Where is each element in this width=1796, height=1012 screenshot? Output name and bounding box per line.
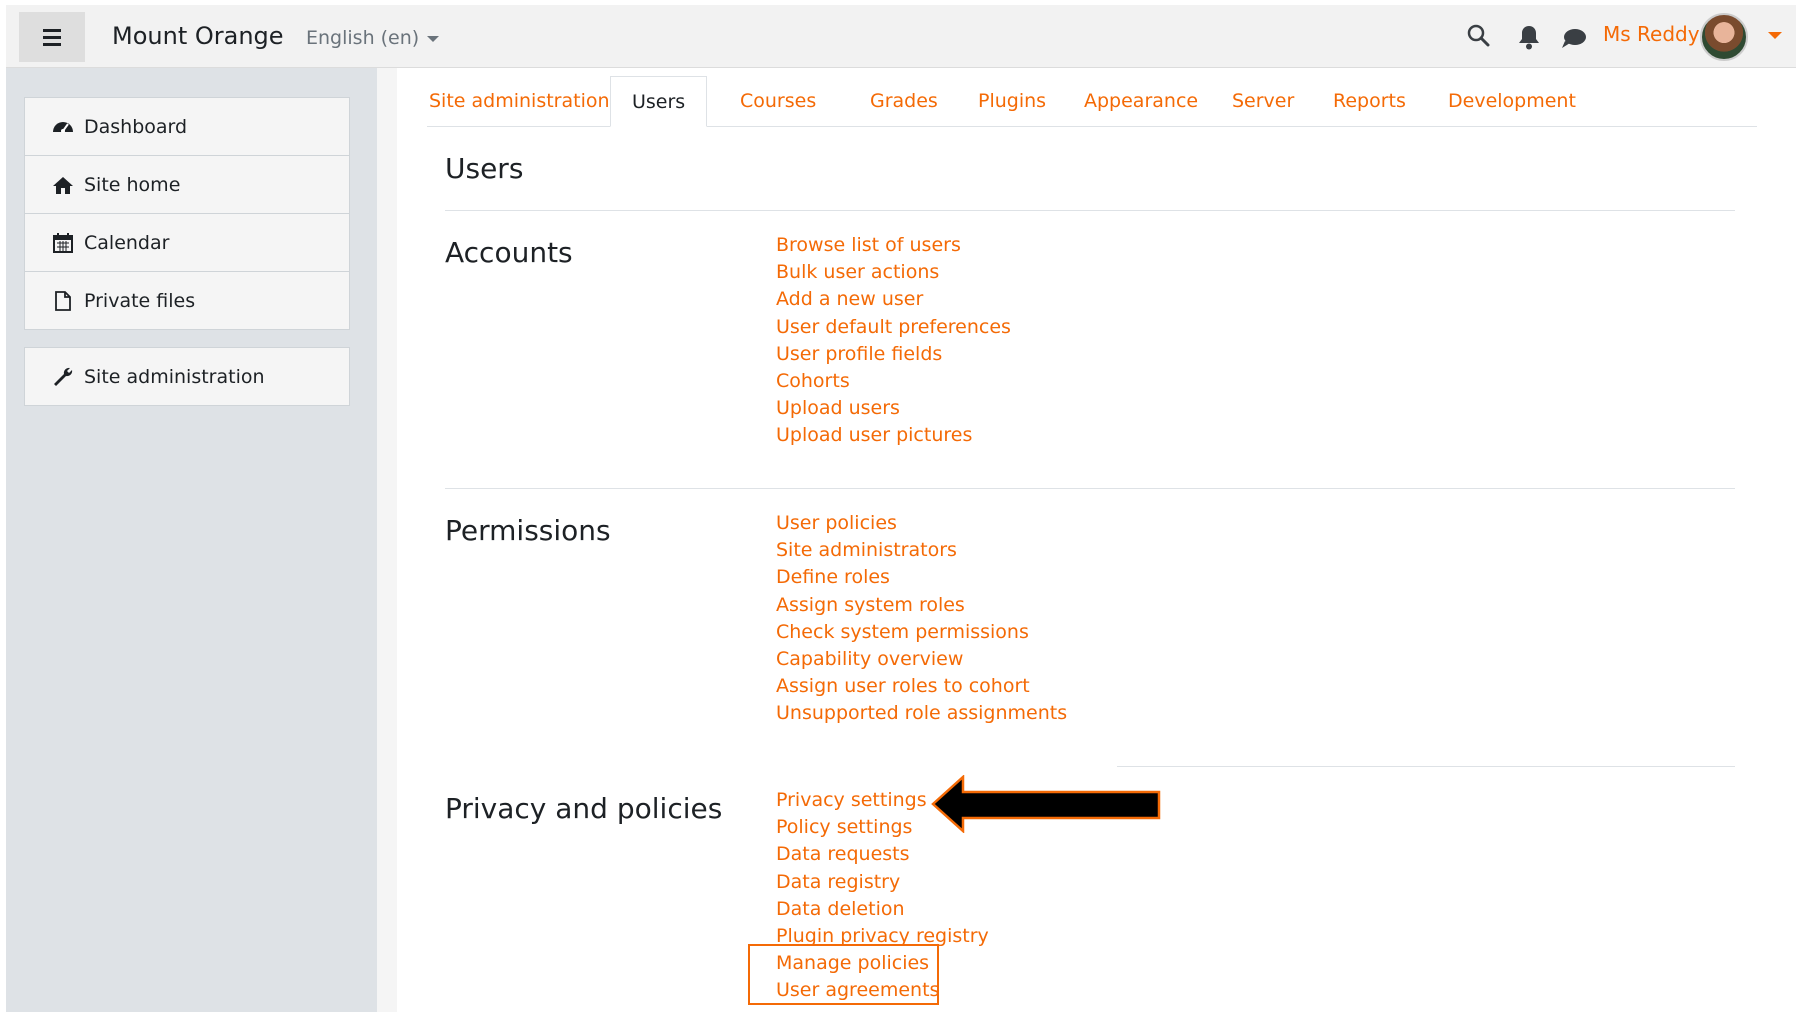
tab-courses[interactable]: Courses: [740, 76, 816, 126]
link-assign-user-roles-to-cohort[interactable]: Assign user roles to cohort: [776, 673, 1067, 700]
nav-group-main: Dashboard Site home Calendar Private fil…: [24, 97, 350, 330]
sidebar-item-dashboard[interactable]: Dashboard: [25, 98, 349, 156]
bell-icon[interactable]: [1517, 24, 1541, 50]
sidebar-item-label: Site administration: [84, 365, 265, 388]
dashboard-icon: [52, 116, 74, 138]
link-data-requests[interactable]: Data requests: [776, 841, 989, 868]
app-frame: Mount Orange English (en) Ms Reddy Dashb…: [6, 5, 1796, 1012]
calendar-icon: [52, 232, 74, 254]
chat-icon[interactable]: [1561, 27, 1587, 49]
site-name[interactable]: Mount Orange: [112, 22, 284, 50]
tab-site-administration[interactable]: Site administration: [429, 76, 610, 126]
link-user-profile-fields[interactable]: User profile fields: [776, 341, 1011, 368]
link-user-policies[interactable]: User policies: [776, 510, 1067, 537]
caret-down-icon: [427, 35, 440, 42]
tab-users[interactable]: Users: [610, 76, 708, 127]
tab-plugins[interactable]: Plugins: [978, 76, 1046, 126]
hamburger-icon-bar: [43, 35, 61, 39]
admin-tabs: Site administration Users Courses Grades…: [427, 76, 1757, 127]
link-user-default-preferences[interactable]: User default preferences: [776, 314, 1011, 341]
caret-down-icon[interactable]: [1768, 32, 1782, 39]
top-navbar: Mount Orange English (en) Ms Reddy: [6, 5, 1796, 68]
section-title-accounts: Accounts: [445, 236, 573, 269]
wrench-icon: [52, 366, 74, 388]
link-cohorts[interactable]: Cohorts: [776, 368, 1011, 395]
sidebar-item-label: Dashboard: [84, 115, 188, 138]
tab-reports[interactable]: Reports: [1333, 76, 1406, 126]
permissions-links: User policies Site administrators Define…: [776, 510, 1067, 728]
avatar[interactable]: [1700, 13, 1748, 61]
hamburger-menu-button[interactable]: [19, 12, 85, 62]
sidebar-item-label: Private files: [84, 289, 196, 312]
file-icon: [52, 290, 74, 312]
sidebar-item-label: Calendar: [84, 231, 170, 254]
home-icon: [52, 174, 74, 196]
section-title-permissions: Permissions: [445, 514, 611, 547]
sidebar-item-site-home[interactable]: Site home: [25, 156, 349, 214]
tab-server[interactable]: Server: [1232, 76, 1294, 126]
link-define-roles[interactable]: Define roles: [776, 564, 1067, 591]
tab-development[interactable]: Development: [1448, 76, 1576, 126]
accounts-links: Browse list of users Bulk user actions A…: [776, 232, 1011, 450]
arrow-left-icon: [931, 775, 1161, 833]
section-title-privacy: Privacy and policies: [445, 792, 723, 825]
tab-grades[interactable]: Grades: [870, 76, 938, 126]
divider: [445, 210, 1735, 211]
search-icon[interactable]: [1466, 23, 1490, 47]
tab-appearance[interactable]: Appearance: [1084, 76, 1198, 126]
link-data-registry[interactable]: Data registry: [776, 869, 989, 896]
link-upload-user-pictures[interactable]: Upload user pictures: [776, 422, 1011, 449]
link-unsupported-role-assignments[interactable]: Unsupported role assignments: [776, 700, 1067, 727]
user-menu-name[interactable]: Ms Reddy: [1603, 22, 1700, 46]
hamburger-icon: [43, 28, 61, 32]
page-title: Users: [445, 152, 524, 185]
link-data-deletion[interactable]: Data deletion: [776, 896, 989, 923]
nav-drawer: Dashboard Site home Calendar Private fil…: [6, 68, 377, 1012]
nav-group-admin: Site administration: [24, 347, 350, 406]
link-check-system-permissions[interactable]: Check system permissions: [776, 619, 1067, 646]
highlight-box: [748, 944, 939, 1005]
divider: [445, 488, 1735, 489]
sidebar-item-calendar[interactable]: Calendar: [25, 214, 349, 272]
link-assign-system-roles[interactable]: Assign system roles: [776, 592, 1067, 619]
sidebar-item-site-administration[interactable]: Site administration: [25, 348, 349, 405]
link-bulk-user-actions[interactable]: Bulk user actions: [776, 259, 1011, 286]
link-upload-users[interactable]: Upload users: [776, 395, 1011, 422]
language-label: English (en): [306, 27, 420, 49]
hamburger-icon-bar: [43, 42, 61, 46]
sidebar-item-label: Site home: [84, 173, 181, 196]
link-browse-list-of-users[interactable]: Browse list of users: [776, 232, 1011, 259]
link-capability-overview[interactable]: Capability overview: [776, 646, 1067, 673]
link-site-administrators[interactable]: Site administrators: [776, 537, 1067, 564]
language-menu[interactable]: English (en): [306, 27, 440, 49]
link-add-new-user[interactable]: Add a new user: [776, 286, 1011, 313]
sidebar-item-private-files[interactable]: Private files: [25, 272, 349, 329]
